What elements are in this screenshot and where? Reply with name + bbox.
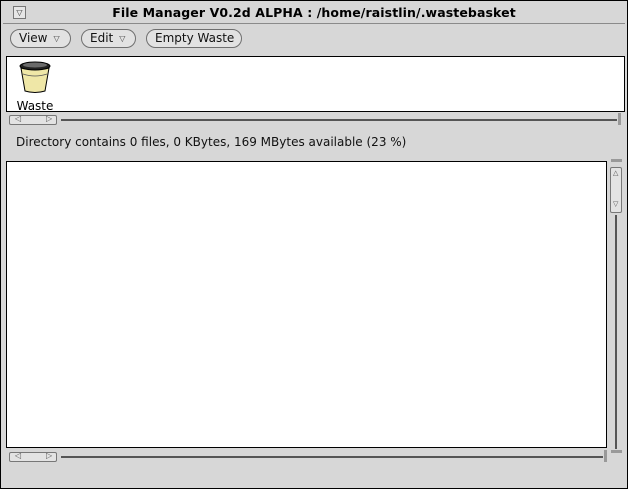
file-list-panel[interactable] [6,161,607,448]
file-list-vscroll-top-cap [611,159,622,162]
title-bar[interactable]: ▽ File Manager V0.2d ALPHA : /home/raist… [3,3,625,24]
icon-panel-hscroll-buttons[interactable]: ◁ ▷ [9,114,57,125]
scroll-right-icon[interactable]: ▷ [46,451,52,460]
icon-panel-hscroll-track[interactable] [61,119,617,121]
icon-panel: Waste [6,56,625,113]
file-list-hscroll-track[interactable] [61,456,603,458]
status-text: Directory contains 0 files, 0 KBytes, 16… [16,135,407,149]
edit-menu-arrow-icon: ▽ [119,34,126,43]
view-menu-label: View [19,31,48,45]
icon-item-waste[interactable]: Waste [15,60,55,113]
empty-waste-button[interactable]: Empty Waste [146,29,242,48]
wastebasket-icon [19,61,51,93]
scroll-left-icon[interactable]: ◁ [15,451,21,460]
file-manager-window: ▽ File Manager V0.2d ALPHA : /home/raist… [0,0,628,489]
edit-menu-button[interactable]: Edit ▽ [81,29,136,48]
icon-panel-hscrollbar[interactable]: ◁ ▷ [9,113,621,127]
scroll-right-icon[interactable]: ▷ [46,114,52,123]
icon-panel-hscroll-end [618,113,621,125]
file-list-vscrollbar[interactable]: △ ▽ [609,159,623,453]
scroll-up-icon[interactable]: △ [613,169,618,177]
view-menu-button[interactable]: View ▽ [10,29,71,48]
file-list-hscroll-end [604,450,607,462]
file-list-vscroll-track[interactable] [615,215,617,449]
scroll-down-icon[interactable]: ▽ [613,200,618,208]
file-list-vscroll-buttons[interactable]: △ ▽ [610,167,622,213]
edit-menu-label: Edit [90,31,114,45]
view-menu-arrow-icon: ▽ [53,34,60,43]
file-list-hscroll-buttons[interactable]: ◁ ▷ [9,451,57,462]
file-list-vscroll-bottom-cap [611,450,622,453]
window-title: File Manager V0.2d ALPHA : /home/raistli… [112,5,516,20]
file-list-hscrollbar[interactable]: ◁ ▷ [9,450,607,464]
icon-label-waste: Waste [16,99,54,113]
scroll-left-icon[interactable]: ◁ [15,114,21,123]
